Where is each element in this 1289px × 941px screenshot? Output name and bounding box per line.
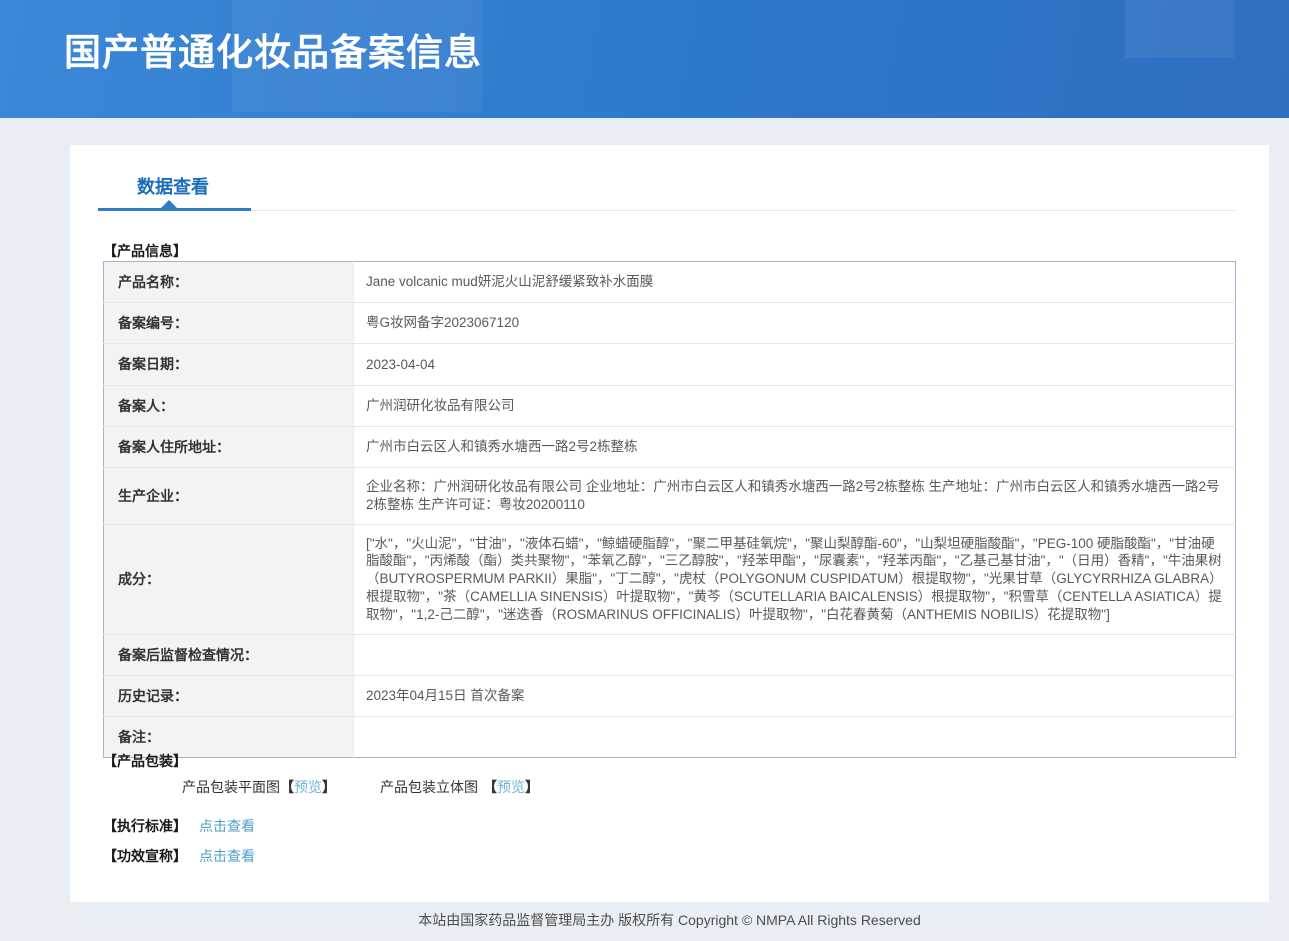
packaging-flat-item: 产品包装平面图【预览】 — [182, 777, 336, 797]
row-value — [354, 634, 1236, 675]
efficacy-title: 【功效宣称】 — [103, 848, 187, 864]
row-label: 备案人住所地址： — [104, 426, 354, 467]
table-row: 备案编号： 粤G妆网备字2023067120 — [104, 303, 1236, 344]
footer-copyright: 本站由国家药品监督管理局主办 版权所有 Copyright © NMPA All… — [70, 910, 1269, 930]
table-row: 备案人： 广州润研化妆品有限公司 — [104, 385, 1236, 426]
bracket-close: 】 — [525, 779, 539, 795]
table-row: 成分： ["水"，"火山泥"，"甘油"，"液体石蜡"，"鲸蜡硬脂醇"，"聚二甲基… — [104, 524, 1236, 634]
standard-view-link[interactable]: 点击查看 — [199, 818, 255, 834]
table-row: 备案人住所地址： 广州市白云区人和镇秀水塘西一路2号2栋整栋 — [104, 426, 1236, 467]
row-label: 历史记录： — [104, 675, 354, 716]
tab-data-view[interactable]: 数据查看 — [137, 173, 209, 199]
row-label: 备案日期： — [104, 344, 354, 385]
table-row: 产品名称： Jane volcanic mud妍泥火山泥舒缓紧致补水面膜 — [104, 262, 1236, 303]
content-card: 数据查看 【产品信息】 产品名称： Jane volcanic mud妍泥火山泥… — [70, 145, 1269, 902]
product-info-table: 产品名称： Jane volcanic mud妍泥火山泥舒缓紧致补水面膜 备案编… — [103, 261, 1236, 758]
tab-active-pointer-icon — [161, 200, 177, 208]
preview-flat-link[interactable]: 预览 — [294, 779, 322, 795]
row-label: 生产企业： — [104, 467, 354, 524]
row-value: 广州市白云区人和镇秀水塘西一路2号2栋整栋 — [354, 426, 1236, 467]
section-title-packaging: 【产品包装】 — [103, 751, 187, 771]
table-row: 备注： — [104, 717, 1236, 758]
page-title: 国产普通化妆品备案信息 — [64, 22, 482, 76]
row-value — [354, 717, 1236, 758]
preview-stereo-link[interactable]: 预览 — [497, 779, 525, 795]
row-value: 2023年04月15日 首次备案 — [354, 675, 1236, 716]
table-row: 历史记录： 2023年04月15日 首次备案 — [104, 675, 1236, 716]
efficacy-view-link[interactable]: 点击查看 — [199, 848, 255, 864]
bracket-open: 【 — [483, 779, 497, 795]
table-row: 备案日期： 2023-04-04 — [104, 344, 1236, 385]
page-header: 国产普通化妆品备案信息 — [0, 0, 1289, 118]
row-value: 2023-04-04 — [354, 344, 1236, 385]
header-texture — [1125, 0, 1235, 58]
row-label: 备案编号： — [104, 303, 354, 344]
bracket-close: 】 — [322, 779, 336, 795]
standard-title: 【执行标准】 — [103, 818, 187, 834]
tab-divider — [98, 210, 1237, 211]
packaging-flat-label: 产品包装平面图 — [182, 779, 280, 795]
row-value: 粤G妆网备字2023067120 — [354, 303, 1236, 344]
section-title-efficacy: 【功效宣称】点击查看 — [103, 846, 255, 866]
table-row: 备案后监督检查情况： — [104, 634, 1236, 675]
packaging-stereo-item: 产品包装立体图【预览】 — [380, 777, 539, 797]
table-row: 生产企业： 企业名称：广州润研化妆品有限公司 企业地址：广州市白云区人和镇秀水塘… — [104, 467, 1236, 524]
row-value: Jane volcanic mud妍泥火山泥舒缓紧致补水面膜 — [354, 262, 1236, 303]
row-label: 备案人： — [104, 385, 354, 426]
row-value: 广州润研化妆品有限公司 — [354, 385, 1236, 426]
bracket-open: 【 — [280, 779, 294, 795]
row-value: 企业名称：广州润研化妆品有限公司 企业地址：广州市白云区人和镇秀水塘西一路2号2… — [354, 467, 1236, 524]
packaging-stereo-label: 产品包装立体图 — [380, 779, 478, 795]
row-label: 产品名称： — [104, 262, 354, 303]
section-title-product-info: 【产品信息】 — [103, 241, 187, 261]
row-label: 备案后监督检查情况： — [104, 634, 354, 675]
row-label: 成分： — [104, 524, 354, 634]
row-value: ["水"，"火山泥"，"甘油"，"液体石蜡"，"鲸蜡硬脂醇"，"聚二甲基硅氧烷"… — [354, 524, 1236, 634]
tab-active-underline — [98, 208, 251, 211]
section-title-standard: 【执行标准】点击查看 — [103, 816, 255, 836]
